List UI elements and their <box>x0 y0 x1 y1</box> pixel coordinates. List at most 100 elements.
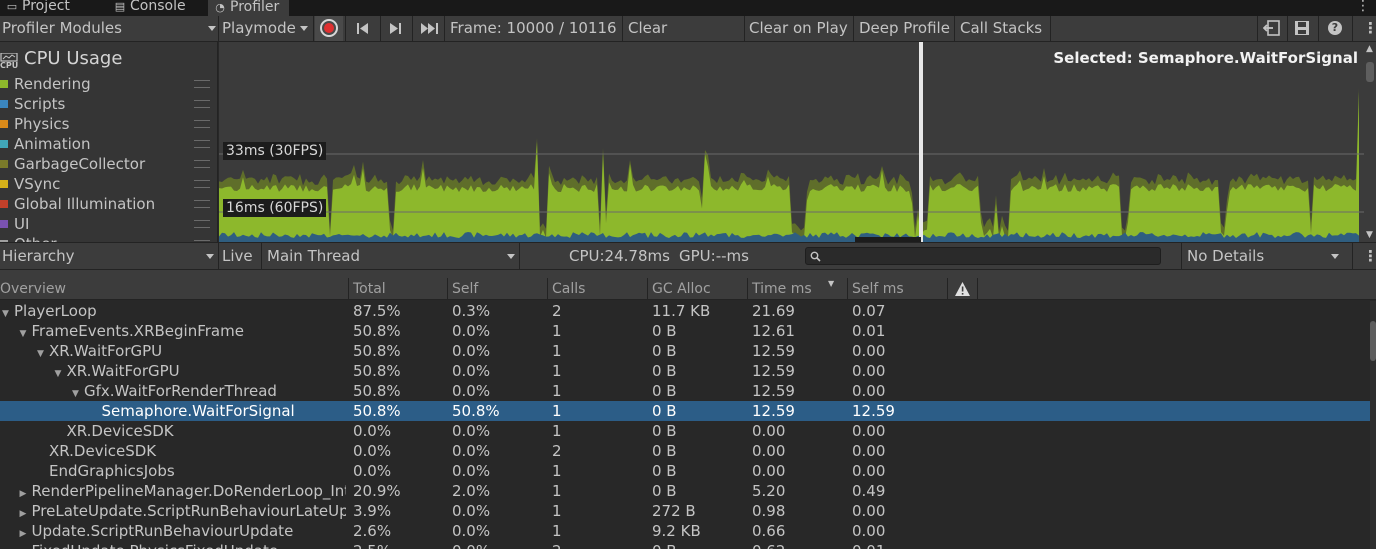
load-icon[interactable] <box>1263 20 1281 37</box>
save-icon[interactable] <box>1294 20 1310 36</box>
kebab-menu-icon[interactable]: ⋮ <box>1363 16 1376 41</box>
tab-profiler[interactable]: ◔ Profiler <box>208 0 290 16</box>
cpu-usage-module-header[interactable]: CPU CPU Usage <box>0 48 217 70</box>
last-frame-icon[interactable] <box>421 23 439 34</box>
search-input[interactable] <box>824 248 1154 264</box>
expand-arrow-icon[interactable]: ▼ <box>55 364 67 381</box>
chevron-up-icon[interactable]: ▲ <box>1366 44 1373 54</box>
selected-frame-marker[interactable] <box>919 42 923 242</box>
column-header-warnings[interactable] <box>947 278 977 300</box>
expand-arrow-icon[interactable]: ▼ <box>72 384 84 401</box>
legend-item-vsync[interactable]: VSync <box>0 174 217 194</box>
hierarchy-table-body: ▼ PlayerLoop 87.5% 0.3% 2 11.7 KB 21.69 0.07 ▼ Fr… <box>0 301 1370 549</box>
collapse-arrow-icon[interactable]: ▶ <box>20 524 32 541</box>
cpu-usage-graph[interactable] <box>219 42 1376 242</box>
legend-item-rendering[interactable]: Rendering <box>0 74 217 94</box>
column-header-gc-alloc[interactable]: GC Alloc <box>647 278 747 300</box>
legend-item-ui[interactable]: UI <box>0 214 217 234</box>
row-calls-cell: 1 <box>552 522 562 540</box>
collapse-arrow-icon[interactable]: ▶ <box>20 484 32 501</box>
kebab-menu-icon[interactable]: ⋮ <box>1363 243 1376 269</box>
row-selfms-cell: 0.00 <box>852 362 886 380</box>
next-frame-icon[interactable] <box>390 23 402 34</box>
table-row[interactable]: ▶FixedUpdate.PhysicsFixedUpdate 2.5% 0.0% 2… <box>0 541 1370 549</box>
collapse-arrow-icon[interactable]: ▶ <box>20 544 32 549</box>
hierarchy-scrollbar[interactable] <box>1370 301 1376 549</box>
drag-handle-icon[interactable] <box>194 100 210 108</box>
table-row[interactable]: ▶ Update.ScriptRunBehaviourUpdate 2.6% 0.0%… <box>0 521 1370 541</box>
collapse-arrow-icon[interactable]: ▶ <box>20 504 32 521</box>
help-icon[interactable]: ? <box>1328 21 1342 35</box>
view-dropdown[interactable]: Hierarchy <box>0 243 216 269</box>
column-header-time-ms[interactable]: Time ms ▼ <box>747 278 847 300</box>
row-selfms-cell: 0.00 <box>852 462 886 480</box>
legend-label: Rendering <box>14 75 91 93</box>
call-stacks-toggle[interactable]: Call Stacks <box>960 16 1042 41</box>
table-row[interactable]: ▶PreLateUpdate.ScriptRunBehaviourLateUpd… <box>0 501 1370 521</box>
thread-dropdown[interactable]: Main Thread <box>267 243 517 269</box>
legend-item-scripts[interactable]: Scripts <box>0 94 217 114</box>
view-dropdown-label: Hierarchy <box>2 247 75 265</box>
sort-descending-icon: ▼ <box>828 279 835 288</box>
drag-handle-icon[interactable] <box>194 200 210 208</box>
row-self-cell: 0.0% <box>452 342 491 360</box>
column-header-self-ms[interactable]: Self ms <box>847 278 947 300</box>
drag-handle-icon[interactable] <box>194 180 210 188</box>
chevron-down-icon[interactable]: ▼ <box>1366 230 1373 240</box>
expand-arrow-icon[interactable]: ▼ <box>37 344 49 361</box>
drag-handle-icon[interactable] <box>194 220 210 228</box>
chart-scrollbar[interactable]: ▲ ▼ <box>1364 42 1376 242</box>
drag-handle-icon[interactable] <box>194 160 210 168</box>
drag-handle-icon[interactable] <box>194 140 210 148</box>
row-name-cell: XR.DeviceSDK <box>0 421 346 441</box>
cpu-usage-chart[interactable]: Selected: Semaphore.WaitForSignal 33ms (… <box>219 42 1376 242</box>
row-name-cell: XR.DeviceSDK <box>0 441 346 461</box>
deep-profile-toggle[interactable]: Deep Profile <box>859 16 950 41</box>
clear-on-play-toggle[interactable]: Clear on Play <box>749 16 848 41</box>
search-field[interactable] <box>805 247 1161 265</box>
table-row[interactable]: XR.DeviceSDK 0.0% 0.0% 2 0 B 0.00 0.00 <box>0 441 1370 461</box>
legend-item-animation[interactable]: Animation <box>0 134 217 154</box>
tab-project[interactable]: ▭ Project <box>0 0 80 16</box>
row-total-cell: 50.8% <box>353 402 401 420</box>
row-gc-cell: 0 B <box>652 342 677 360</box>
drag-handle-icon[interactable] <box>194 80 210 88</box>
row-self-cell: 0.0% <box>452 502 491 520</box>
row-self-cell: 50.8% <box>452 402 500 420</box>
column-header-self[interactable]: Self <box>447 278 547 300</box>
table-row[interactable]: ▼ Gfx.WaitForRenderThread 50.8% 0.0% 1 0 B 12.… <box>0 381 1370 401</box>
table-row[interactable]: EndGraphicsJobs 0.0% 0.0% 1 0 B 0.00 0.00 <box>0 461 1370 481</box>
clear-button[interactable]: Clear <box>628 16 667 41</box>
table-row[interactable]: ▶RenderPipelineManager.DoRenderLoop_Inte… <box>0 481 1370 501</box>
legend-item-global-illumination[interactable]: Global Illumination <box>0 194 217 214</box>
table-row[interactable]: ▼ XR.WaitForGPU 50.8% 0.0% 1 0 B 12.59 0.00 <box>0 341 1370 361</box>
column-header-total[interactable]: Total <box>348 278 447 300</box>
table-row[interactable]: XR.DeviceSDK 0.0% 0.0% 1 0 B 0.00 0.00 <box>0 421 1370 441</box>
chart-scrollbar-thumb[interactable] <box>1366 62 1374 82</box>
tab-console[interactable]: ▤ Console <box>108 0 196 16</box>
profiler-modules-dropdown[interactable]: Profiler Modules <box>0 16 218 41</box>
hierarchy-scrollbar-thumb[interactable] <box>1370 321 1376 361</box>
expand-arrow-icon[interactable]: ▼ <box>2 304 14 321</box>
column-header-overview[interactable]: Overview <box>0 278 348 300</box>
row-calls-cell: 2 <box>552 541 642 549</box>
first-frame-icon[interactable] <box>357 23 369 34</box>
table-row[interactable]: ▼ PlayerLoop 87.5% 0.3% 2 11.7 KB 21.69 0.07 <box>0 301 1370 321</box>
live-toggle[interactable]: Live <box>222 243 253 269</box>
record-button[interactable] <box>315 16 343 41</box>
column-header-calls[interactable]: Calls <box>547 278 647 300</box>
legend-item-other[interactable]: Other <box>0 234 217 242</box>
expand-arrow-icon[interactable]: ▼ <box>20 324 32 341</box>
legend-swatch <box>0 140 8 148</box>
details-dropdown[interactable]: No Details <box>1187 243 1343 269</box>
kebab-menu-icon[interactable]: ⋮ <box>1356 0 1370 14</box>
header-gutter <box>0 270 1376 278</box>
table-row[interactable]: Semaphore.WaitForSignal 50.8% 50.8% 1 0 B 12.… <box>0 401 1370 421</box>
row-time-cell: 0.00 <box>752 422 786 440</box>
playmode-dropdown[interactable]: Playmode <box>222 16 308 41</box>
legend-item-physics[interactable]: Physics <box>0 114 217 134</box>
drag-handle-icon[interactable] <box>194 120 210 128</box>
legend-item-garbagecollector[interactable]: GarbageCollector <box>0 154 217 174</box>
table-row[interactable]: ▼ FrameEvents.XRBeginFrame 50.8% 0.0% 1 0 B 12… <box>0 321 1370 341</box>
table-row[interactable]: ▼ XR.WaitForGPU 50.8% 0.0% 1 0 B 12.59 0.00 <box>0 361 1370 381</box>
